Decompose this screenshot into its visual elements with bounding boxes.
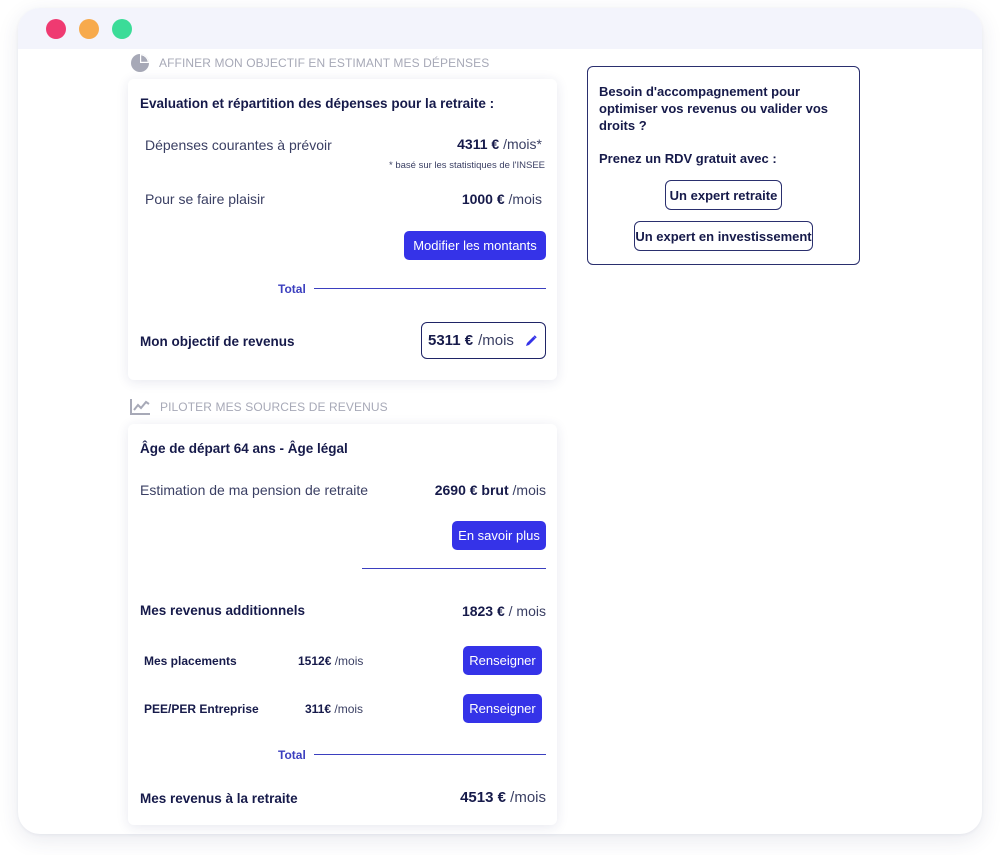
placements-unit: /mois (334, 654, 364, 668)
leisure-label: Pour se faire plaisir (145, 191, 265, 207)
placements-amount: 1512€ (298, 654, 332, 668)
minimize-window-control[interactable] (79, 19, 99, 39)
pee-per-value: 311€ /mois (305, 702, 363, 716)
total-label: Total (278, 282, 306, 296)
section-heading-text: AFFINER MON OBJECTIF EN ESTIMANT MES DÉP… (159, 56, 490, 70)
expense-label: Dépenses courantes à prévoir (145, 137, 332, 153)
pension-unit: /mois (512, 482, 546, 498)
pension-label: Estimation de ma pension de retraite (140, 482, 369, 498)
fill-pee-per-button[interactable]: Renseigner (463, 694, 542, 723)
pee-per-label: PEE/PER Entreprise (144, 702, 259, 716)
section-heading-text: PILOTER MES SOURCES DE REVENUS (160, 400, 388, 414)
placements-label: Mes placements (144, 654, 237, 668)
learn-more-button[interactable]: En savoir plus (452, 521, 546, 550)
leisure-value: 1000 € /mois (462, 191, 542, 207)
placements-value: 1512€ /mois (298, 654, 363, 668)
pie-chart-icon (131, 54, 149, 72)
objective-label: Mon objectif de revenus (140, 334, 295, 349)
expense-unit: /mois* (503, 136, 542, 152)
retirement-income-amount: 4513 € (460, 789, 506, 806)
modify-amounts-button[interactable]: Modifier les montants (404, 231, 546, 260)
objective-unit: /mois (478, 332, 514, 349)
retirement-expert-button[interactable]: Un expert retraite (665, 180, 782, 210)
additional-income-value: 1823 € / mois (462, 603, 546, 619)
pee-per-unit: /mois (334, 702, 364, 716)
pension-value: 2690 € brut /mois (435, 482, 546, 498)
insee-footnote: * basé sur les statistiques de l'INSEE (389, 160, 545, 171)
expense-amount: 4311 € (457, 136, 500, 152)
objective-amount: 5311 € (428, 332, 474, 349)
additional-income-amount: 1823 € (461, 603, 505, 619)
close-window-control[interactable] (46, 19, 66, 39)
pencil-icon[interactable] (525, 335, 537, 347)
leisure-unit: /mois (508, 191, 542, 207)
advice-question: Besoin d'accompagnement pour optimiser v… (599, 84, 829, 133)
pension-amount: 2690 € brut (434, 482, 509, 498)
advice-cta: Prenez un RDV gratuit avec : (599, 151, 777, 166)
retirement-income-label: Mes revenus à la retraite (140, 791, 298, 806)
pee-per-amount: 311€ (305, 702, 332, 716)
fill-placements-button[interactable]: Renseigner (463, 646, 542, 675)
additional-income-unit: / mois (508, 603, 546, 619)
pension-divider (362, 568, 546, 569)
expenses-card: Evaluation et répartition des dépenses p… (128, 79, 557, 380)
investment-expert-button[interactable]: Un expert en investissement (634, 221, 813, 251)
total-divider (314, 288, 546, 289)
total-divider (314, 754, 546, 755)
departure-age-title: Âge de départ 64 ans - Âge légal (140, 441, 348, 456)
total-label: Total (278, 748, 306, 762)
retirement-income-unit: /mois (510, 789, 546, 806)
line-chart-icon (130, 399, 150, 415)
expense-value: 4311 € /mois* (457, 136, 542, 152)
advice-panel: Besoin d'accompagnement pour optimiser v… (587, 66, 860, 265)
maximize-window-control[interactable] (112, 19, 132, 39)
income-card: Âge de départ 64 ans - Âge légal Estimat… (128, 424, 557, 825)
section-heading-expenses: AFFINER MON OBJECTIF EN ESTIMANT MES DÉP… (130, 53, 489, 73)
objective-field[interactable]: 5311 € /mois (421, 322, 546, 359)
additional-income-label: Mes revenus additionnels (140, 603, 306, 618)
card-title: Evaluation et répartition des dépenses p… (140, 96, 495, 111)
retirement-income-value: 4513 € /mois (460, 789, 546, 806)
section-heading-income: PILOTER MES SOURCES DE REVENUS (130, 398, 388, 416)
title-bar (18, 8, 982, 49)
leisure-amount: 1000 € (461, 191, 505, 207)
